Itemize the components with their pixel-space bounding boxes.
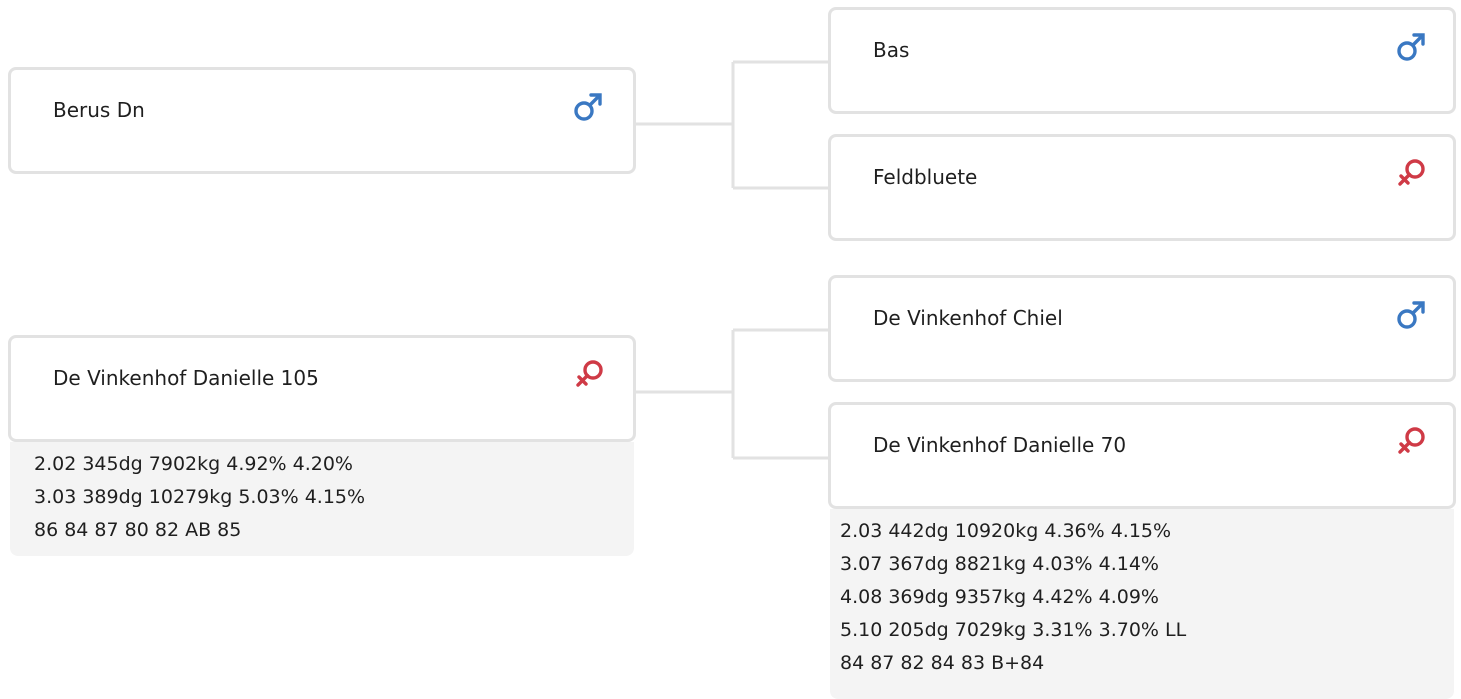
stats-line: 84 87 82 84 83 B+84 — [840, 652, 1045, 674]
card-sire-sire[interactable]: Bas — [828, 7, 1456, 114]
stats-line: 5.10 205dg 7029kg 3.31% 3.70% LL — [840, 619, 1187, 641]
connector-dam — [635, 328, 830, 460]
female-symbol-icon — [1398, 427, 1425, 454]
card-sire-dam[interactable]: Feldbluete — [828, 134, 1456, 241]
animal-name: De Vinkenhof Chiel — [873, 306, 1063, 330]
stats-panel-dam: 2.02 345dg 7902kg 4.92% 4.20% 3.03 389dg… — [10, 442, 634, 556]
male-symbol-icon — [1397, 33, 1425, 61]
connector-sire — [635, 60, 830, 190]
stats-line: 86 84 87 80 82 AB 85 — [34, 519, 242, 541]
female-symbol-icon — [1398, 159, 1425, 186]
animal-name: Berus Dn — [53, 98, 145, 122]
stats-line: 4.08 369dg 9357kg 4.42% 4.09% — [840, 586, 1159, 608]
male-symbol-icon — [1397, 301, 1425, 329]
stats-line: 3.03 389dg 10279kg 5.03% 4.15% — [34, 486, 366, 508]
card-dam-dam[interactable]: De Vinkenhof Danielle 70 — [828, 402, 1456, 509]
male-symbol-icon — [574, 93, 602, 121]
animal-name: Feldbluete — [873, 165, 978, 189]
female-symbol-icon — [576, 360, 603, 387]
animal-name: De Vinkenhof Danielle 70 — [873, 433, 1127, 457]
card-sire[interactable]: Berus Dn — [8, 67, 636, 174]
animal-name: Bas — [873, 38, 910, 62]
animal-name: De Vinkenhof Danielle 105 — [53, 366, 319, 390]
card-dam-sire[interactable]: De Vinkenhof Chiel — [828, 275, 1456, 382]
stats-line: 2.03 442dg 10920kg 4.36% 4.15% — [840, 520, 1172, 542]
stats-line: 2.02 345dg 7902kg 4.92% 4.20% — [34, 453, 353, 475]
stats-line: 3.07 367dg 8821kg 4.03% 4.14% — [840, 553, 1159, 575]
stats-panel-dam-dam: 2.03 442dg 10920kg 4.36% 4.15% 3.07 367d… — [830, 509, 1454, 699]
card-dam[interactable]: De Vinkenhof Danielle 105 — [8, 335, 636, 442]
